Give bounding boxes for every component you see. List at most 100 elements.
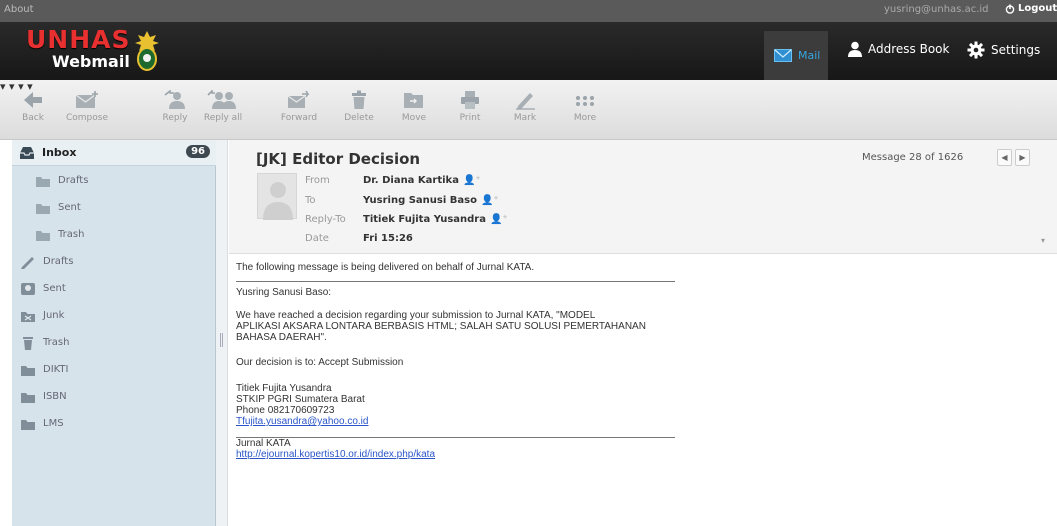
reply-all-icon — [207, 90, 236, 109]
folder-trash[interactable]: Trash — [12, 329, 216, 356]
printer-icon — [461, 91, 479, 109]
folder-label: LMS — [43, 418, 64, 429]
folder-dikti[interactable]: DIKTI — [12, 356, 216, 383]
back-button[interactable]: Back — [6, 90, 60, 123]
reply-label: Reply — [162, 113, 188, 123]
envelope-icon — [774, 49, 792, 62]
prev-message-button[interactable]: ◀ — [997, 149, 1012, 166]
forward-label: Forward — [280, 113, 318, 123]
person-icon — [848, 41, 862, 57]
forward-button[interactable]: Forward — [272, 90, 326, 123]
reply-to-label: Reply-To — [305, 214, 346, 225]
to-value[interactable]: Yusring Sanusi Baso 👤⁺ — [363, 195, 499, 206]
reply-all-dropdown-icon[interactable]: ▾ — [0, 80, 6, 93]
from-label: From — [305, 175, 330, 186]
journal-name: Jurnal KATA — [236, 438, 291, 449]
power-icon — [1005, 4, 1015, 14]
unread-count-badge: 96 — [186, 145, 210, 158]
divider — [236, 281, 675, 282]
folder-label: Sent — [43, 283, 66, 294]
message-body: The following message is being delivered… — [236, 262, 996, 460]
signature-name: Titiek Fujita Yusandra — [236, 383, 332, 394]
folder-label: Trash — [58, 229, 85, 240]
subfolder-trash[interactable]: Trash — [12, 221, 216, 248]
message-subject: [JK] Editor Decision — [256, 150, 421, 168]
folder-list: Inbox 96 Drafts Sent Trash Drafts Sent J… — [12, 140, 216, 526]
back-arrow-icon — [24, 92, 42, 108]
sent-icon — [21, 282, 35, 295]
folder-junk[interactable]: Junk — [12, 302, 216, 329]
body-paragraph-line: BAHASA DAERAH". — [236, 332, 327, 343]
from-value[interactable]: Dr. Diana Kartika 👤⁺ — [363, 175, 481, 186]
splitter-grip[interactable] — [220, 333, 223, 347]
signature-org: STKIP PGRI Sumatera Barat — [236, 394, 365, 405]
subfolder-sent[interactable]: Sent — [12, 194, 216, 221]
reply-to-value[interactable]: Titiek Fujita Yusandra 👤⁺ — [363, 214, 508, 225]
sender-avatar — [257, 173, 297, 220]
about-link[interactable]: About — [4, 4, 34, 15]
unhas-emblem-icon — [135, 31, 159, 71]
reply-button[interactable]: Reply — [148, 90, 202, 123]
mark-button[interactable]: Mark — [498, 90, 552, 123]
logo: UNHAS Webmail — [26, 25, 159, 71]
move-button[interactable]: Move — [387, 90, 441, 123]
body-decision: Our decision is to: Accept Submission — [236, 357, 404, 368]
recipient-name[interactable]: Yusring Sanusi Baso — [363, 195, 477, 206]
add-contact-icon[interactable]: 👤⁺ — [490, 214, 508, 225]
reply-to-name[interactable]: Titiek Fujita Yusandra — [363, 214, 486, 225]
nav-mail[interactable]: Mail — [764, 31, 828, 80]
body-intro: The following message is being delivered… — [236, 262, 535, 273]
compose-icon — [75, 91, 98, 108]
nav-settings[interactable]: Settings — [967, 41, 1040, 59]
toolbar: Back Compose Reply Reply all ▾ Forward ▾… — [0, 80, 1057, 140]
signature-email-link[interactable]: Tfujita.yusandra@yahoo.co.id — [236, 416, 368, 427]
signature-phone: Phone 082170609723 — [236, 405, 335, 416]
print-label: Print — [459, 113, 481, 123]
folder-lms[interactable]: LMS — [12, 410, 216, 437]
folder-label: Junk — [43, 310, 65, 321]
delete-button[interactable]: Delete — [332, 90, 386, 123]
folder-sent[interactable]: Sent — [12, 275, 216, 302]
date-label: Date — [305, 233, 329, 244]
body-paragraph-line: We have reached a decision regarding you… — [236, 310, 596, 321]
mark-label: Mark — [513, 113, 537, 123]
folder-label: ISBN — [43, 391, 67, 402]
folder-label: Drafts — [43, 256, 74, 267]
folder-label: Drafts — [58, 175, 89, 186]
message-header: [JK] Editor Decision Message 28 of 1626 … — [229, 140, 1057, 254]
folder-icon — [36, 203, 50, 214]
reply-all-label: Reply all — [203, 113, 243, 123]
folder-drafts[interactable]: Drafts — [12, 248, 216, 275]
person-silhouette-icon — [263, 182, 293, 220]
nav-settings-label: Settings — [991, 43, 1041, 57]
nav-mail-label: Mail — [798, 49, 821, 62]
print-button[interactable]: Print — [443, 90, 497, 123]
trash-icon — [352, 90, 366, 109]
compose-button[interactable]: Compose — [60, 90, 114, 123]
pane-splitter[interactable] — [216, 140, 228, 526]
pencil-icon — [516, 93, 535, 110]
body-salutation: Yusring Sanusi Baso: — [236, 287, 332, 298]
folder-isbn[interactable]: ISBN — [12, 383, 216, 410]
logo-title: UNHAS — [26, 25, 131, 54]
reply-all-button[interactable]: Reply all — [196, 90, 250, 123]
app-header: UNHAS Webmail Mail Address Book Settings — [0, 22, 1057, 80]
logout-button[interactable]: Logout — [1005, 3, 1057, 14]
top-bar: About yusring@unhas.ac.id Logout — [0, 0, 1057, 22]
folder-inbox[interactable]: Inbox 96 — [12, 140, 216, 166]
subfolder-drafts[interactable]: Drafts — [12, 167, 216, 194]
journal-url-link[interactable]: http://ejournal.kopertis10.or.id/index.p… — [236, 449, 435, 460]
more-dots-icon — [576, 96, 594, 106]
add-contact-icon[interactable]: 👤⁺ — [481, 195, 499, 206]
more-label: More — [573, 113, 597, 123]
folder-label: DIKTI — [43, 364, 69, 375]
nav-address-book[interactable]: Address Book — [848, 41, 949, 57]
header-expand-icon[interactable]: ▾ — [1041, 236, 1045, 245]
sender-name[interactable]: Dr. Diana Kartika — [363, 175, 459, 186]
folder-icon — [21, 365, 35, 376]
next-message-button[interactable]: ▶ — [1015, 149, 1030, 166]
delete-label: Delete — [344, 113, 374, 123]
folder-inbox-label: Inbox — [42, 146, 77, 159]
add-contact-icon[interactable]: 👤⁺ — [463, 175, 481, 186]
more-button[interactable]: More — [558, 90, 612, 123]
